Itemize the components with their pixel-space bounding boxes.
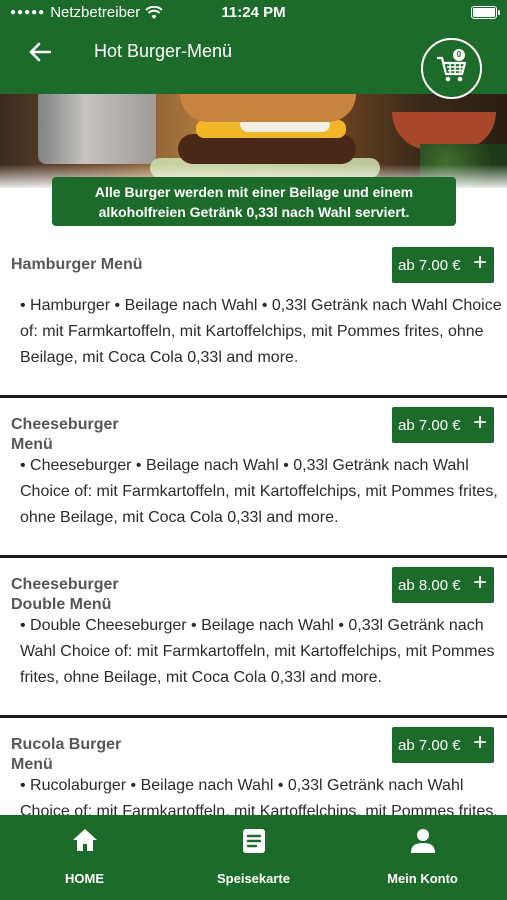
nav-home-label: HOME bbox=[65, 871, 104, 886]
info-banner: Alle Burger werden mit einer Beilage und… bbox=[52, 177, 456, 226]
nav-home[interactable]: HOME bbox=[0, 815, 169, 900]
battery-icon bbox=[471, 6, 500, 19]
menu-item-price: ab 8.00 € bbox=[398, 576, 461, 594]
hero-burger-image bbox=[0, 94, 507, 188]
menu-item[interactable]: Cheeseburger Menü ab 7.00 € + • Cheesebu… bbox=[0, 398, 507, 558]
menu-item-description: • Cheeseburger • Beilage nach Wahl • 0,3… bbox=[20, 457, 498, 526]
add-to-cart-button[interactable]: ab 7.00 € + bbox=[392, 247, 494, 283]
menu-list[interactable]: Hamburger Menü ab 7.00 € + • Hamburger •… bbox=[0, 238, 507, 815]
menu-item-description: • Rucolaburger • Beilage nach Wahl • 0,3… bbox=[20, 777, 498, 815]
menu-item[interactable]: Rucola Burger Menü ab 7.00 € + • Rucolab… bbox=[0, 718, 507, 815]
status-bar: ●●●●● Netzbetreiber 11:24 PM bbox=[0, 0, 507, 26]
add-to-cart-button[interactable]: ab 7.00 € + bbox=[392, 407, 494, 443]
menu-item-price: ab 7.00 € bbox=[398, 256, 461, 274]
menu-item[interactable]: Hamburger Menü ab 7.00 € + • Hamburger •… bbox=[0, 238, 507, 398]
menu-item[interactable]: Cheeseburger Double Menü ab 8.00 € + • D… bbox=[0, 558, 507, 718]
back-button[interactable] bbox=[26, 38, 54, 66]
arrow-left-icon bbox=[29, 42, 51, 62]
nav-speisekarte[interactable]: Speisekarte bbox=[169, 815, 338, 900]
menu-item-description: • Double Cheeseburger • Beilage nach Wah… bbox=[20, 617, 495, 686]
page-title: Hot Burger-Menü bbox=[94, 41, 233, 61]
cart-button[interactable]: 0 bbox=[421, 38, 482, 99]
add-to-cart-button[interactable]: ab 7.00 € + bbox=[392, 727, 494, 763]
menu-item-name: Rucola Burger Menü bbox=[11, 736, 122, 773]
nav-speisekarte-label: Speisekarte bbox=[217, 871, 290, 886]
cart-count-badge: 0 bbox=[453, 49, 465, 61]
menu-item-description: • Hamburger • Beilage nach Wahl • 0,33l … bbox=[20, 297, 502, 366]
plus-icon: + bbox=[472, 409, 487, 436]
plus-icon: + bbox=[472, 249, 487, 276]
menu-card-icon bbox=[242, 829, 265, 853]
menu-item-name: Cheeseburger Double Menü bbox=[11, 576, 119, 613]
menu-item-price: ab 7.00 € bbox=[398, 416, 461, 434]
plus-icon: + bbox=[472, 569, 487, 596]
bottom-navigation: HOME Speisekarte Mein Konto bbox=[0, 815, 507, 900]
plus-icon: + bbox=[472, 729, 487, 756]
status-time: 11:24 PM bbox=[221, 4, 286, 21]
home-icon bbox=[72, 829, 97, 851]
menu-item-price: ab 7.00 € bbox=[398, 736, 461, 754]
nav-account-label: Mein Konto bbox=[387, 871, 458, 886]
account-icon bbox=[410, 829, 435, 853]
add-to-cart-button[interactable]: ab 8.00 € + bbox=[392, 567, 494, 603]
menu-item-name: Cheeseburger Menü bbox=[11, 416, 119, 453]
menu-item-name: Hamburger Menü bbox=[11, 256, 143, 273]
nav-account[interactable]: Mein Konto bbox=[338, 815, 507, 900]
